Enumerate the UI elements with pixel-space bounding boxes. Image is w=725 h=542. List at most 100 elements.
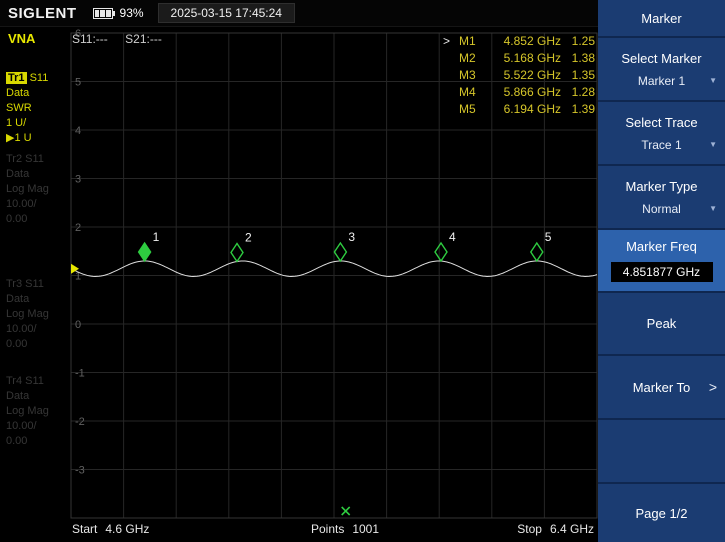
marker-freq-value: 5.866 GHz: [487, 85, 561, 99]
stimulus-marker-icon: [342, 507, 350, 515]
marker-type-value: Normal: [642, 202, 681, 216]
marker-to-button[interactable]: Marker To >: [598, 356, 725, 420]
marker-readout: > M1 4.852 GHz 1.25 M2 5.168 GHz 1.38 M3…: [443, 32, 595, 117]
chevron-down-icon: ▼: [709, 76, 717, 85]
svg-text:4: 4: [449, 230, 456, 244]
svg-text:4: 4: [75, 125, 81, 137]
marker-id: M3: [459, 68, 487, 82]
svg-text:-2: -2: [75, 416, 85, 428]
sweep-info-row: Start4.6 GHz Points 1001 Stop6.4 GHz: [70, 522, 598, 538]
trace3-line: Log Mag: [6, 307, 49, 322]
status-row: S11:--- S21:---: [72, 32, 176, 46]
marker-freq-label: Marker Freq: [626, 239, 697, 254]
marker-freq-value: 5.522 GHz: [487, 68, 561, 82]
trace3-info[interactable]: Tr3 S11 Data Log Mag 10.00/ 0.00: [6, 277, 49, 352]
trace4-line: 10.00/: [6, 419, 49, 434]
selected-marker-arrow-icon: >: [443, 34, 459, 48]
s11-status: S11:---: [72, 32, 108, 46]
trace3-line: Data: [6, 292, 49, 307]
chevron-right-icon: >: [709, 379, 717, 395]
svg-text:-3: -3: [75, 465, 85, 477]
marker-readout-row: M3 5.522 GHz 1.35: [443, 66, 595, 83]
select-trace-value: Trace 1: [641, 138, 681, 152]
page-label: Page 1/2: [635, 506, 687, 521]
marker-type-label: Marker Type: [625, 179, 697, 194]
marker-type-button[interactable]: Marker Type Normal ▼: [598, 166, 725, 230]
start-label: Start: [72, 522, 97, 536]
trace3-line: 0.00: [6, 337, 49, 352]
trace1-line: 1 U/: [6, 116, 48, 131]
marker-id: M4: [459, 85, 487, 99]
marker-id: M2: [459, 51, 487, 65]
marker-to-label: Marker To: [633, 380, 691, 395]
points-label: Points: [311, 522, 344, 536]
select-trace-button[interactable]: Select Trace Trace 1 ▼: [598, 102, 725, 166]
trace1-badge: Tr1: [6, 72, 27, 84]
select-marker-button[interactable]: Select Marker Marker 1 ▼: [598, 38, 725, 102]
active-trace-info[interactable]: Tr1 S11 Data SWR 1 U/ ▶1 U: [6, 71, 48, 146]
empty-softkey: [598, 420, 725, 484]
svg-text:3: 3: [75, 174, 81, 186]
trace2-line: Data: [6, 167, 49, 182]
marker-id: M5: [459, 102, 487, 116]
trace1-line: SWR: [6, 101, 48, 116]
marker-freq-input[interactable]: 4.851877 GHz: [611, 262, 713, 282]
marker-readout-row: > M1 4.852 GHz 1.25: [443, 32, 595, 49]
marker-swr-value: 1.25: [561, 34, 595, 48]
trace4-line: 0.00: [6, 434, 49, 449]
trace4-title: Tr4 S11: [6, 374, 49, 389]
svg-text:3: 3: [348, 230, 355, 244]
trace1-line: Data: [6, 86, 48, 101]
chevron-down-icon: ▼: [709, 204, 717, 213]
trace2-line: 10.00/: [6, 197, 49, 212]
top-bar: SIGLENT 93% 2025-03-15 17:45:24: [0, 0, 598, 27]
marker-swr-value: 1.39: [561, 102, 595, 116]
peak-label: Peak: [647, 316, 677, 331]
trace2-info[interactable]: Tr2 S11 Data Log Mag 10.00/ 0.00: [6, 152, 49, 227]
marker-readout-row: M5 6.194 GHz 1.39: [443, 100, 595, 117]
brand-logo: SIGLENT: [8, 5, 77, 22]
chevron-down-icon: ▼: [709, 140, 717, 149]
s21-status: S21:---: [125, 32, 162, 46]
battery-percent: 93%: [120, 6, 144, 20]
sweep-start: Start4.6 GHz: [72, 522, 149, 536]
points-value: 1001: [352, 522, 379, 536]
svg-text:-1: -1: [75, 368, 85, 380]
marker-swr-value: 1.28: [561, 85, 595, 99]
marker-diamond[interactable]: [531, 243, 543, 261]
menu-title: Marker: [598, 0, 725, 38]
peak-button[interactable]: Peak: [598, 293, 725, 356]
softkey-menu: Marker Select Marker Marker 1 ▼ Select Tr…: [598, 0, 725, 542]
marker-diamond[interactable]: [435, 243, 447, 261]
select-marker-label: Select Marker: [621, 51, 701, 66]
marker-readout-row: M4 5.866 GHz 1.28: [443, 83, 595, 100]
marker-swr-value: 1.35: [561, 68, 595, 82]
trace2-title: Tr2 S11: [6, 152, 49, 167]
trace4-line: Data: [6, 389, 49, 404]
graph-area[interactable]: 6543210-1-2-312345 S11:--- S21:--- > M1 …: [70, 27, 598, 542]
svg-text:2: 2: [245, 231, 252, 245]
display-column: SIGLENT 93% 2025-03-15 17:45:24 VNA Tr1 …: [0, 0, 598, 542]
marker-diamond[interactable]: [139, 243, 151, 261]
trace3-title: Tr3 S11: [6, 277, 49, 292]
page-button[interactable]: Page 1/2: [598, 484, 725, 542]
trace4-info[interactable]: Tr4 S11 Data Log Mag 10.00/ 0.00: [6, 374, 49, 449]
select-trace-label: Select Trace: [625, 115, 697, 130]
sweep-points: Points 1001: [311, 522, 379, 536]
svg-text:0: 0: [75, 319, 81, 331]
timestamp: 2025-03-15 17:45:24: [158, 3, 295, 23]
marker-diamond[interactable]: [334, 243, 346, 261]
trace1-param: S11: [30, 72, 49, 84]
battery-icon: [93, 8, 115, 19]
marker-freq-button[interactable]: Marker Freq 4.851877 GHz: [598, 230, 725, 293]
marker-diamond[interactable]: [231, 244, 243, 262]
vna-screen: SIGLENT 93% 2025-03-15 17:45:24 VNA Tr1 …: [0, 0, 725, 542]
marker-swr-value: 1.38: [561, 51, 595, 65]
select-marker-value: Marker 1: [638, 74, 685, 88]
svg-text:5: 5: [75, 77, 81, 89]
mode-label: VNA: [8, 31, 35, 46]
trace-panel: VNA Tr1 S11 Data SWR 1 U/ ▶1 U Tr2 S11 D…: [0, 27, 70, 542]
trace1-line: ▶1 U: [6, 131, 48, 146]
svg-text:5: 5: [545, 230, 552, 244]
sweep-stop: Stop6.4 GHz: [517, 522, 594, 536]
